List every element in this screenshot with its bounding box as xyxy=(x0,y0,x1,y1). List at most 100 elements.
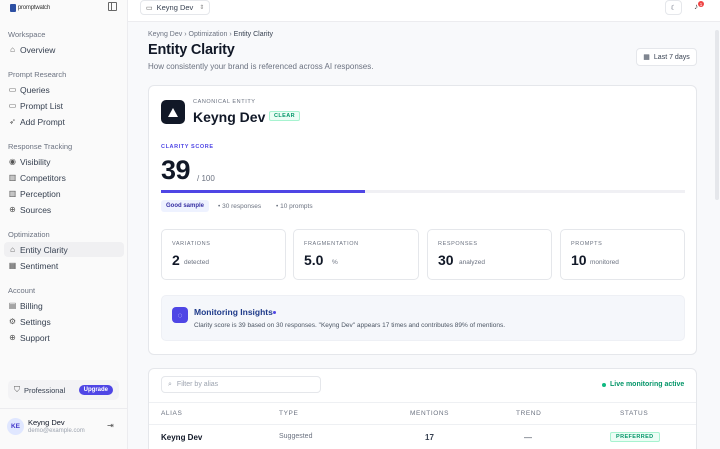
entity-name: Keyng Dev xyxy=(193,109,266,125)
stat-unit: analyzed xyxy=(459,259,486,266)
trend-cell: — xyxy=(524,433,532,442)
avatar[interactable]: KE xyxy=(7,418,24,435)
sidebar-item-queries[interactable]: ▭ Queries xyxy=(4,82,124,97)
score-label: CLARITY SCORE xyxy=(161,144,214,150)
stat-label: RESPONSES xyxy=(438,241,478,247)
gear-icon: ⚙ xyxy=(8,317,17,326)
topbar: ▭ Keyng Dev ⇕ ☾ ♪ 1 xyxy=(128,0,720,22)
sidebar-item-billing[interactable]: ▤ Billing xyxy=(4,298,124,313)
lightbulb-icon: ◌ xyxy=(172,307,188,323)
column-header-mentions[interactable]: MENTIONS xyxy=(410,410,449,417)
folder-icon: ▭ xyxy=(146,4,153,12)
entity-logo-icon xyxy=(161,100,185,124)
sidebar-item-support[interactable]: ⊕ Support xyxy=(4,330,124,345)
sidebar-item-label: Sentiment xyxy=(20,260,59,271)
stat-value: 10 xyxy=(571,252,587,268)
sample-badge: Good sample xyxy=(161,200,210,212)
stat-unit: monitored xyxy=(590,259,619,266)
stat-label: PROMPTS xyxy=(571,241,603,247)
sidebar-item-label: Overview xyxy=(20,44,56,55)
user-name: Keyng Dev xyxy=(28,418,65,427)
column-header-status[interactable]: STATUS xyxy=(620,410,648,417)
stat-value: 2 xyxy=(172,252,180,268)
section-label-prompt-research: Prompt Research xyxy=(8,70,67,79)
sidebar-item-visibility[interactable]: ◉ Visibility xyxy=(4,154,124,169)
chat-icon: ▭ xyxy=(8,85,17,94)
scrollbar[interactable] xyxy=(715,30,719,200)
entity-kicker: CANONICAL ENTITY xyxy=(193,99,256,105)
score-value: 39 xyxy=(161,155,191,185)
sidebar-item-label: Add Prompt xyxy=(20,116,65,127)
stat-prompts: PROMPTS 10 monitored xyxy=(560,229,685,280)
eye-icon: ◉ xyxy=(9,157,16,166)
type-cell: Suggested xyxy=(279,433,313,440)
column-header-type[interactable]: TYPE xyxy=(279,410,298,417)
score-progress-bar xyxy=(161,190,685,193)
brand-logo[interactable]: promptwatch xyxy=(10,3,50,12)
search-icon: ⌕ xyxy=(168,380,172,388)
insight-panel: ◌ Monitoring Insights Clarity score is 3… xyxy=(161,295,685,341)
breadcrumb-item[interactable]: Optimization xyxy=(189,31,228,38)
column-header-trend[interactable]: TREND xyxy=(516,410,541,417)
doc-icon: ▤ xyxy=(8,301,17,310)
table-row[interactable]: Keyng Dev Suggested 17 — PREFERRED xyxy=(149,426,696,449)
stat-fragmentation: FRAGMENTATION 5.0 % xyxy=(293,229,419,280)
sidebar-item-entity-clarity[interactable]: ⌂ Entity Clarity xyxy=(4,242,124,257)
status-badge: PREFERRED xyxy=(610,432,660,442)
score-max: / 100 xyxy=(197,174,215,183)
section-label-response-tracking: Response Tracking xyxy=(8,142,73,151)
breadcrumb-item[interactable]: Keyng Dev xyxy=(148,31,182,38)
date-range-label: Last 7 days xyxy=(653,53,690,61)
section-label-workspace: Workspace xyxy=(8,30,46,39)
alias-filter-input[interactable]: ⌕ Filter by alias xyxy=(161,376,321,393)
logout-icon[interactable]: ⇥ xyxy=(107,421,114,430)
sidebar-item-label: Billing xyxy=(20,300,43,311)
sidebar-item-competitors[interactable]: ▥ Competitors xyxy=(4,170,124,185)
bar-chart-icon: ▥ xyxy=(8,189,17,198)
prompts-meta: • 10 prompts xyxy=(276,203,313,210)
live-dot-icon xyxy=(602,382,606,387)
workspace-select[interactable]: ▭ Keyng Dev ⇕ xyxy=(140,0,211,15)
section-label-optimization: Optimization xyxy=(8,230,50,239)
section-label-account: Account xyxy=(8,286,36,295)
sidebar-item-sentiment[interactable]: ▦ Sentiment xyxy=(4,258,124,273)
sidebar-collapse-icon[interactable] xyxy=(108,2,117,11)
alias-cell: Keyng Dev xyxy=(161,433,203,442)
sidebar-item-settings[interactable]: ⚙ Settings xyxy=(4,314,124,329)
sidebar-item-label: Entity Clarity xyxy=(20,244,68,255)
insight-text: Clarity score is 39 based on 30 response… xyxy=(194,322,506,329)
theme-toggle-button[interactable]: ☾ xyxy=(665,0,682,15)
alias-table-card: ⌕ Filter by alias Live monitoring active… xyxy=(148,368,697,449)
page-subtitle: How consistently your brand is reference… xyxy=(148,62,374,71)
breadcrumb-separator: › xyxy=(184,31,187,38)
sidebar-item-add-prompt[interactable]: ➶ Add Prompt xyxy=(4,114,124,129)
sidebar-item-label: Sources xyxy=(20,204,52,215)
column-header-alias[interactable]: ALIAS xyxy=(161,410,182,417)
sidebar-item-label: Settings xyxy=(20,316,51,327)
rocket-icon: ➶ xyxy=(9,117,16,126)
upgrade-button[interactable]: Upgrade xyxy=(78,385,113,395)
home-icon: ⌂ xyxy=(10,45,15,54)
chat-icon: ▭ xyxy=(8,101,17,110)
sidebar-item-perception[interactable]: ▥ Perception xyxy=(4,186,124,201)
date-range-button[interactable]: ▦ Last 7 days xyxy=(636,48,697,66)
stat-variations: VARIATIONS 2 detected xyxy=(161,229,286,280)
table-header: ALIAS TYPE MENTIONS TREND STATUS xyxy=(149,402,696,425)
moon-icon: ☾ xyxy=(670,4,677,12)
sidebar-item-prompt-list[interactable]: ▭ Prompt List xyxy=(4,98,124,113)
bar-chart-icon: ▥ xyxy=(8,173,17,182)
stat-responses: RESPONSES 30 analyzed xyxy=(427,229,552,280)
live-dot-icon xyxy=(273,311,276,314)
shield-icon: ⛉ xyxy=(14,385,20,394)
sidebar-item-sources[interactable]: ⊕ Sources xyxy=(4,202,124,217)
score-progress-fill xyxy=(161,190,366,193)
stat-label: VARIATIONS xyxy=(172,241,211,247)
sidebar-item-overview[interactable]: ⌂ Overview xyxy=(4,42,124,57)
stat-value: 5.0 xyxy=(304,252,324,268)
user-profile: KE Keyng Dev demo@example.com ⇥ xyxy=(0,408,128,449)
insight-title: Monitoring Insights xyxy=(194,307,273,317)
brand-name: promptwatch xyxy=(17,4,50,11)
stat-unit: % xyxy=(332,259,338,266)
notification-badge: 1 xyxy=(698,1,704,7)
stat-label: FRAGMENTATION xyxy=(304,241,359,247)
